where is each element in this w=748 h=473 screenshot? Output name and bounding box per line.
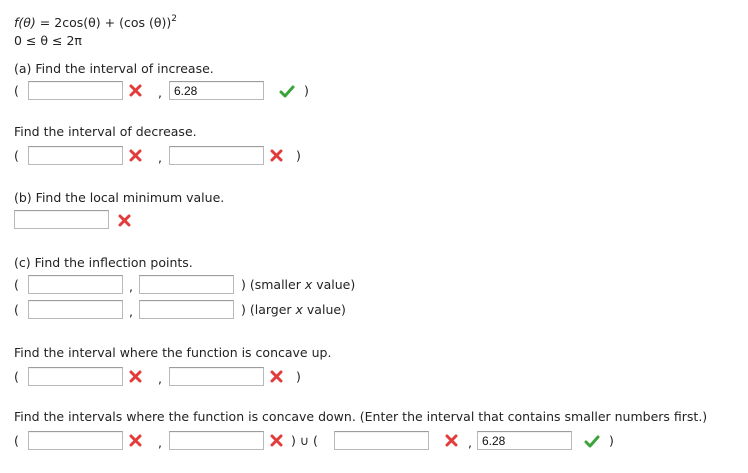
comma: , (158, 85, 162, 100)
comma: , (468, 435, 472, 450)
comma: , (158, 435, 162, 450)
concave-up-left-input[interactable] (28, 367, 123, 386)
inflection-2-x-input[interactable] (28, 300, 123, 319)
x-mark-icon (445, 434, 458, 447)
close-paren: ) (296, 148, 301, 163)
open-paren: ( (14, 302, 19, 317)
smaller-x-note: ) (smaller x value) (241, 277, 355, 293)
function-definition: f(θ) = 2cos(θ) + (cos (θ))2 (14, 11, 177, 31)
increase-right-input[interactable] (169, 81, 264, 100)
function-exponent: 2 (171, 14, 177, 24)
function-equals: = (39, 15, 51, 30)
close-paren: ) (296, 369, 301, 384)
x-mark-icon (129, 434, 142, 447)
x-mark-icon (129, 370, 142, 383)
inflection-label: (c) Find the inflection points. (14, 255, 193, 270)
inflection-1-x-input[interactable] (28, 275, 123, 294)
comma: , (129, 304, 133, 319)
x-mark-icon (270, 434, 283, 447)
close-paren: ) (304, 83, 309, 98)
function-lhs: f(θ) (14, 15, 36, 30)
x-mark-icon (270, 149, 283, 162)
larger-x-note: ) (larger x value) (241, 302, 346, 318)
comma: , (158, 371, 162, 386)
x-mark-icon (270, 370, 283, 383)
concave-down-1-left-input[interactable] (28, 431, 123, 450)
check-mark-icon (279, 85, 295, 98)
comma: , (158, 150, 162, 165)
smaller-note-open: ) (smaller (241, 277, 305, 292)
larger-note-open: ) (larger (241, 302, 296, 317)
concave-down-1-right-input[interactable] (169, 431, 264, 450)
decrease-label: Find the interval of decrease. (14, 124, 197, 139)
increase-left-input[interactable] (28, 81, 123, 100)
open-paren: ( (14, 83, 19, 98)
local-minimum-label: (b) Find the local minimum value. (14, 190, 225, 205)
increase-label: (a) Find the interval of increase. (14, 61, 214, 76)
x-mark-icon (118, 214, 131, 227)
local-minimum-input[interactable] (14, 210, 109, 229)
union-symbol: ) ∪ ( (291, 433, 318, 448)
x-mark-icon (129, 84, 142, 97)
decrease-left-input[interactable] (28, 146, 123, 165)
close-paren: ) (609, 433, 614, 448)
function-domain: 0 ≤ θ ≤ 2π (14, 33, 82, 48)
x-mark-icon (129, 149, 142, 162)
concave-up-right-input[interactable] (169, 367, 264, 386)
open-paren: ( (14, 433, 19, 448)
function-rhs: 2cos(θ) + (cos (θ)) (54, 15, 172, 30)
open-paren: ( (14, 277, 19, 292)
larger-note-close: value) (302, 302, 346, 317)
concave-down-2-left-input[interactable] (334, 431, 429, 450)
open-paren: ( (14, 369, 19, 384)
open-paren: ( (14, 148, 19, 163)
smaller-note-close: value) (312, 277, 356, 292)
inflection-1-y-input[interactable] (139, 275, 234, 294)
check-mark-icon (584, 435, 600, 448)
inflection-2-y-input[interactable] (139, 300, 234, 319)
larger-note-var: x (295, 302, 303, 317)
concave-up-label: Find the interval where the function is … (14, 345, 332, 360)
concave-down-label: Find the intervals where the function is… (14, 409, 708, 424)
comma: , (129, 279, 133, 294)
concave-down-2-right-input[interactable] (477, 431, 572, 450)
decrease-right-input[interactable] (169, 146, 264, 165)
